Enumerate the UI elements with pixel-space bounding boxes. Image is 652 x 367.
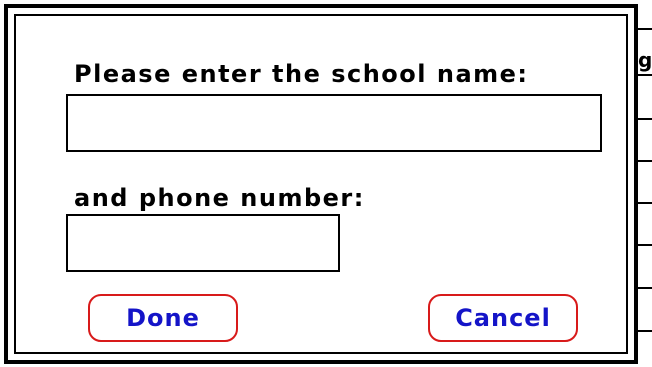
phone-number-input[interactable] (66, 214, 340, 272)
school-info-dialog: Please enter the school name: and phone … (4, 4, 638, 364)
phone-number-label: and phone number: (74, 184, 365, 212)
done-button[interactable]: Done (88, 294, 238, 342)
background-window-text: g (638, 48, 652, 72)
school-name-label: Please enter the school name: (74, 60, 529, 88)
cancel-button[interactable]: Cancel (428, 294, 578, 342)
dialog-inner-frame: Please enter the school name: and phone … (14, 14, 628, 354)
school-name-input[interactable] (66, 94, 602, 152)
